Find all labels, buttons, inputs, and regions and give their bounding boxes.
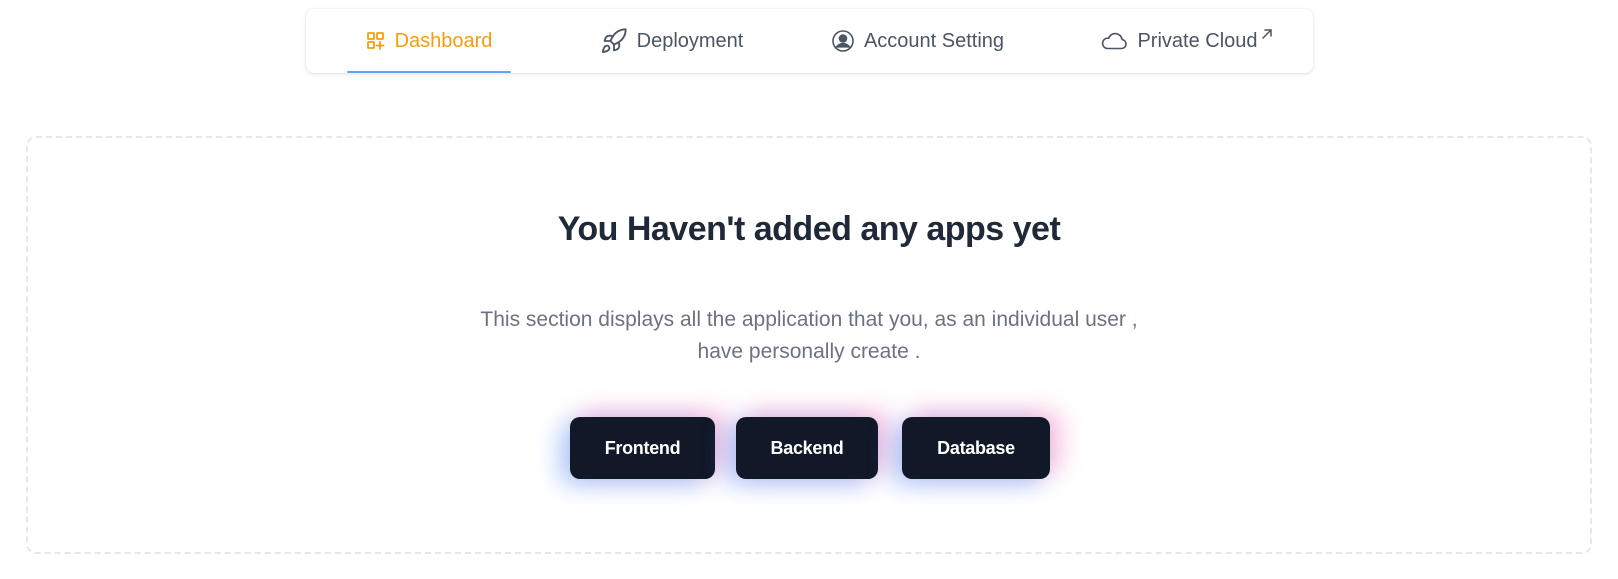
tab-dashboard[interactable]: Dashboard bbox=[347, 9, 511, 73]
rocket-icon bbox=[600, 27, 628, 55]
user-circle-icon bbox=[831, 29, 855, 53]
external-link-arrow-icon bbox=[1260, 27, 1274, 41]
tab-private-cloud[interactable]: Private Cloud bbox=[1097, 9, 1277, 73]
cloud-icon bbox=[1100, 30, 1128, 52]
description-line-2: have personally create . bbox=[697, 340, 921, 363]
tab-account-setting[interactable]: Account Setting bbox=[825, 9, 1010, 73]
empty-state-description: This section displays all the applicatio… bbox=[0, 304, 1618, 368]
dashboard-grid-icon bbox=[366, 31, 386, 51]
tab-private-cloud-label: Private Cloud bbox=[1137, 29, 1258, 52]
description-line-1: This section displays all the applicatio… bbox=[480, 308, 1138, 331]
top-nav: Dashboard Deployment Account Setting Pri… bbox=[306, 9, 1313, 73]
frontend-button[interactable]: Frontend bbox=[570, 417, 715, 479]
tab-dashboard-label: Dashboard bbox=[394, 29, 493, 52]
tab-deployment-label: Deployment bbox=[636, 29, 744, 52]
tab-deployment[interactable]: Deployment bbox=[589, 9, 754, 73]
backend-button[interactable]: Backend bbox=[736, 417, 878, 479]
tab-account-setting-label: Account Setting bbox=[863, 29, 1005, 52]
database-button[interactable]: Database bbox=[902, 417, 1050, 479]
empty-state-title: You Haven't added any apps yet bbox=[557, 210, 1061, 248]
